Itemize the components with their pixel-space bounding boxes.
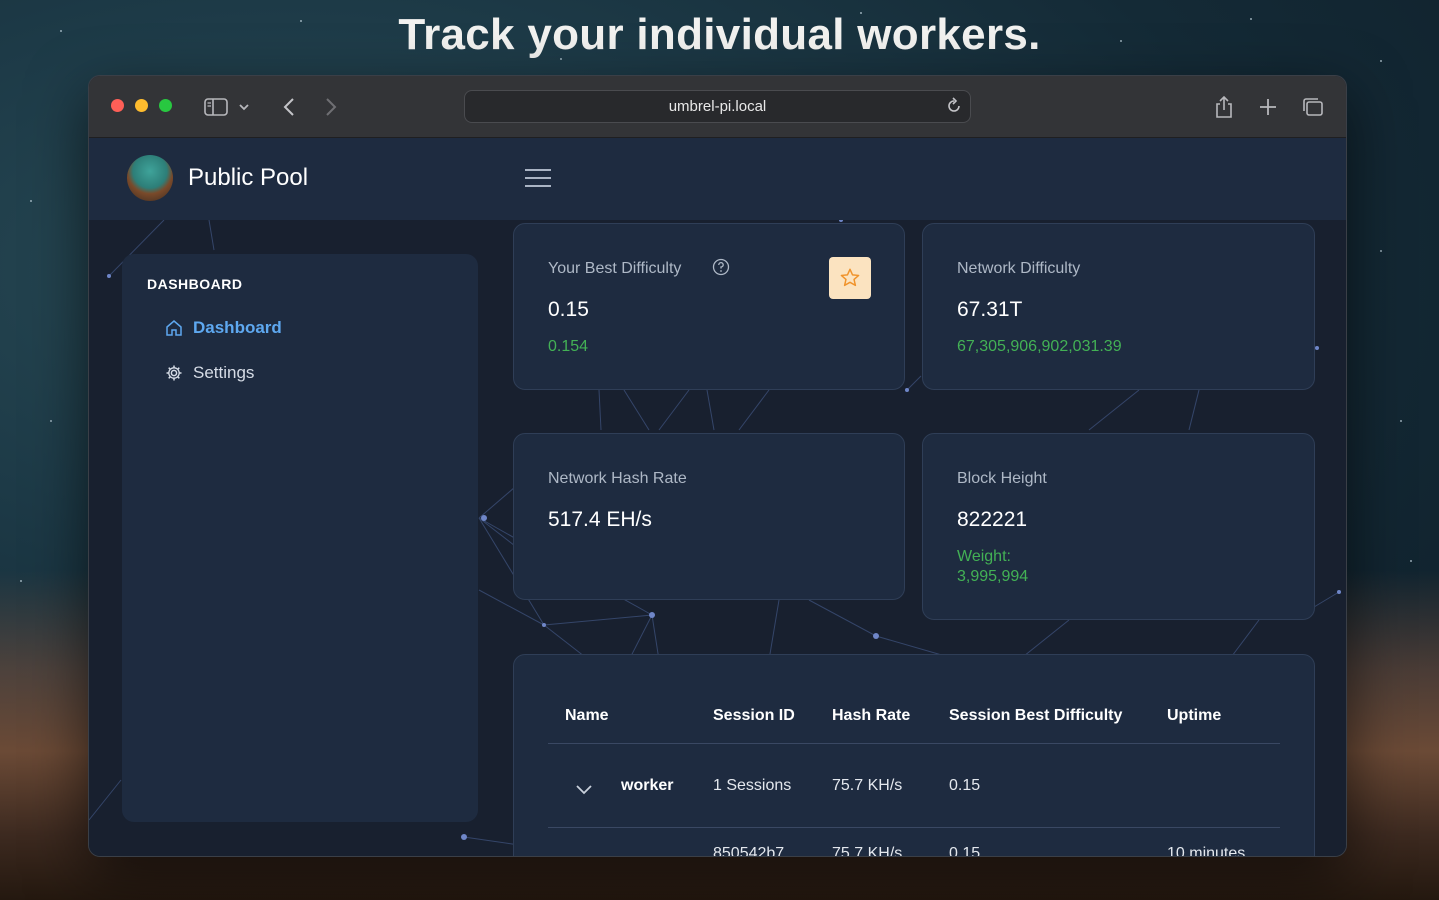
card-label: Network Difficulty [957, 260, 1081, 277]
sidebar-item-dashboard[interactable]: Dashboard [165, 318, 282, 338]
browser-window: umbrel-pi.local Public Pool DASHBOARD Da… [88, 75, 1347, 857]
card-value: 0.15 [548, 298, 589, 321]
column-header-session-id[interactable]: Session ID [713, 707, 795, 725]
sidebar: DASHBOARD Dashboard Settings [122, 254, 478, 822]
sidebar-item-settings[interactable]: Settings [165, 363, 254, 383]
weight-label: Weight: [957, 548, 1011, 565]
block-height-card: Block Height 822221 Weight: 3,995,994 [922, 433, 1315, 620]
network-hash-rate-card: Network Hash Rate 517.4 EH/s [513, 433, 905, 600]
card-value: 67.31T [957, 298, 1023, 321]
close-window-button[interactable] [111, 99, 124, 112]
address-bar[interactable]: umbrel-pi.local [464, 90, 971, 123]
column-header-best-difficulty[interactable]: Session Best Difficulty [949, 707, 1122, 725]
app-header: Public Pool [89, 138, 1346, 220]
session-id: 850542b7 [713, 845, 785, 856]
star-icon [840, 268, 860, 287]
column-header-uptime[interactable]: Uptime [1167, 707, 1221, 725]
card-label: Block Height [957, 470, 1047, 487]
sidebar-section-title: DASHBOARD [147, 276, 243, 292]
new-tab-plus-icon[interactable] [1253, 92, 1283, 122]
dashboard-content: DASHBOARD Dashboard Settings Your Best D… [89, 220, 1346, 856]
uptime: 10 minutes [1167, 845, 1246, 856]
hash-rate: 75.7 KH/s [832, 845, 903, 856]
hash-rate: 75.7 KH/s [832, 777, 903, 794]
card-label: Your Best Difficulty [548, 260, 682, 277]
forward-icon[interactable] [316, 92, 346, 122]
chevron-down-icon[interactable] [234, 92, 254, 122]
browser-toolbar: umbrel-pi.local [89, 76, 1346, 138]
workers-table: Name Session ID Hash Rate Session Best D… [513, 654, 1315, 856]
share-icon[interactable] [1209, 92, 1239, 122]
header-divider [548, 743, 1280, 744]
card-subvalue: 0.154 [548, 338, 589, 355]
card-value: 517.4 EH/s [548, 508, 652, 531]
hamburger-menu-icon[interactable] [525, 168, 551, 188]
column-header-name[interactable]: Name [565, 707, 609, 725]
reload-icon[interactable] [944, 96, 964, 116]
brand-title: Public Pool [188, 164, 309, 191]
help-icon[interactable] [712, 258, 730, 276]
column-header-hash-rate[interactable]: Hash Rate [832, 707, 910, 725]
best-difficulty: 0.15 [949, 845, 981, 856]
gear-icon [166, 365, 182, 381]
weight-value: 3,995,994 [957, 568, 1029, 585]
marketing-headline: Track your individual workers. [398, 10, 1041, 59]
sidebar-icon[interactable] [201, 92, 231, 122]
tabs-overview-icon[interactable] [1298, 92, 1328, 122]
home-icon [166, 320, 182, 336]
minimize-window-button[interactable] [135, 99, 148, 112]
network-difficulty-card: Network Difficulty 67.31T 67,305,906,902… [922, 223, 1315, 390]
public-pool-logo [127, 155, 173, 201]
back-icon[interactable] [274, 92, 304, 122]
card-value: 822221 [957, 508, 1028, 531]
worker-name: worker [621, 777, 674, 794]
card-label: Network Hash Rate [548, 470, 687, 487]
expand-chevron-icon[interactable] [576, 785, 592, 795]
row-divider [548, 827, 1280, 828]
zoom-window-button[interactable] [159, 99, 172, 112]
sidebar-item-label: Settings [193, 363, 255, 382]
url-text: umbrel-pi.local [668, 98, 767, 115]
best-difficulty-card: Your Best Difficulty 0.15 0.154 [513, 223, 905, 390]
favorite-star-button[interactable] [829, 257, 871, 299]
session-count: 1 Sessions [713, 777, 792, 794]
card-subvalue: 67,305,906,902,031.39 [957, 338, 1122, 355]
sidebar-item-label: Dashboard [193, 318, 282, 337]
best-difficulty: 0.15 [949, 777, 981, 794]
